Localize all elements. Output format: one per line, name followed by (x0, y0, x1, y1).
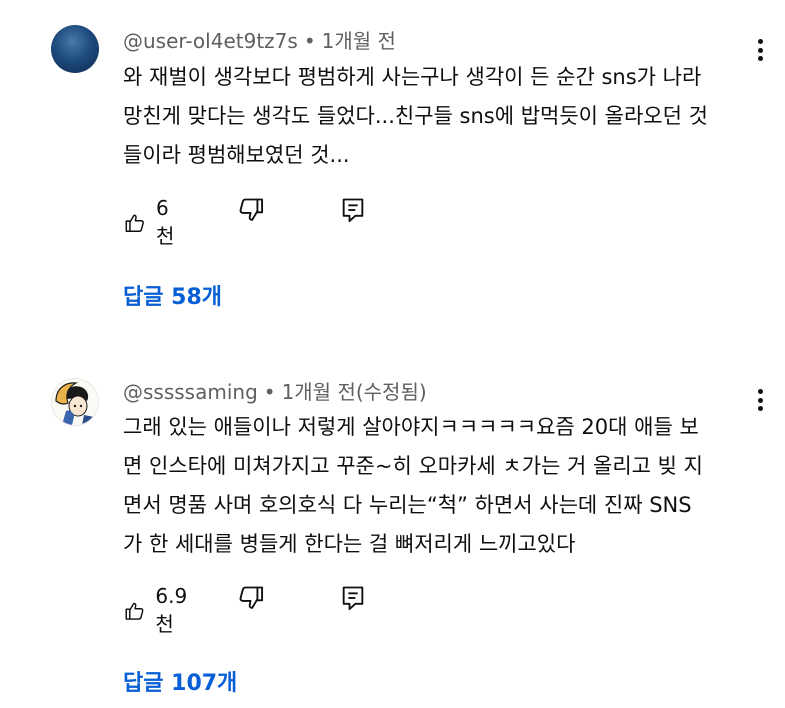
dislike-button[interactable] (237, 584, 265, 612)
username[interactable]: @user-ol4et9tz7s (123, 29, 298, 53)
comment-line: 면 인스타에 미쳐가지고 꾸준~히 오마카세 ㅊ가는 거 올리고 빚 지 (123, 454, 703, 478)
comment-time[interactable]: 1개월 전 (322, 29, 396, 53)
thumbs-up-icon (125, 213, 144, 232)
dislike-button[interactable] (237, 196, 265, 224)
comment-text: 와 재벌이 생각보다 평범하게 사는구나 생각이 든 순간 sns가 나라 망친… (123, 58, 753, 175)
comment-line: 가 한 세대를 병들게 한다는 걸 뼈저리게 느끼고있다 (123, 532, 576, 556)
comment-line: 그래 있는 애들이나 저렇게 살아야지ㅋㅋㅋㅋㅋ요즘 20대 애들 보 (123, 415, 699, 439)
reply-icon (342, 198, 364, 223)
comment-line: 망친게 맞다는 생각도 들었다...친구들 sns에 밥먹듯이 올라오던 것 (123, 104, 708, 128)
comment-line: 면서 명품 사며 호의호식 다 누리는“척” 하면서 사는데 진짜 SNS (123, 493, 692, 517)
like-button[interactable]: 6.9천 (124, 584, 194, 637)
more-vertical-icon[interactable] (752, 35, 768, 65)
username[interactable]: @sssssaming (123, 380, 258, 404)
comment-header: @user-ol4et9tz7s • 1개월 전 (123, 25, 396, 54)
comment-text: 그래 있는 애들이나 저렇게 살아야지ㅋㅋㅋㅋㅋ요즘 20대 애들 보 면 인스… (123, 408, 753, 564)
reply-button[interactable] (340, 196, 366, 224)
separator-dot: • (263, 380, 276, 404)
more-vertical-icon[interactable] (752, 385, 768, 415)
comment-line: 들이라 평범해보였던 것... (123, 143, 350, 167)
thumbs-down-icon (239, 586, 264, 609)
thumbs-up-icon (125, 602, 144, 620)
view-replies-link[interactable]: 답글 58개 (123, 279, 222, 311)
view-replies-link[interactable]: 답글 107개 (123, 665, 237, 697)
like-count: 6.9천 (155, 584, 188, 636)
separator-dot: • (303, 29, 316, 53)
avatar[interactable] (51, 25, 99, 73)
comment-time[interactable]: 1개월 전(수정됨) (282, 380, 427, 404)
reply-button[interactable] (340, 584, 366, 612)
avatar[interactable] (51, 378, 99, 426)
comment-line: 와 재벌이 생각보다 평범하게 사는구나 생각이 든 순간 sns가 나라 (123, 65, 702, 89)
like-button[interactable]: 6천 (124, 196, 180, 249)
reply-icon (342, 586, 364, 611)
comment-header: @sssssaming • 1개월 전(수정됨) (123, 376, 427, 405)
avatar-illustration (52, 379, 98, 425)
like-count: 6천 (155, 196, 175, 248)
thumbs-down-icon (239, 198, 264, 221)
